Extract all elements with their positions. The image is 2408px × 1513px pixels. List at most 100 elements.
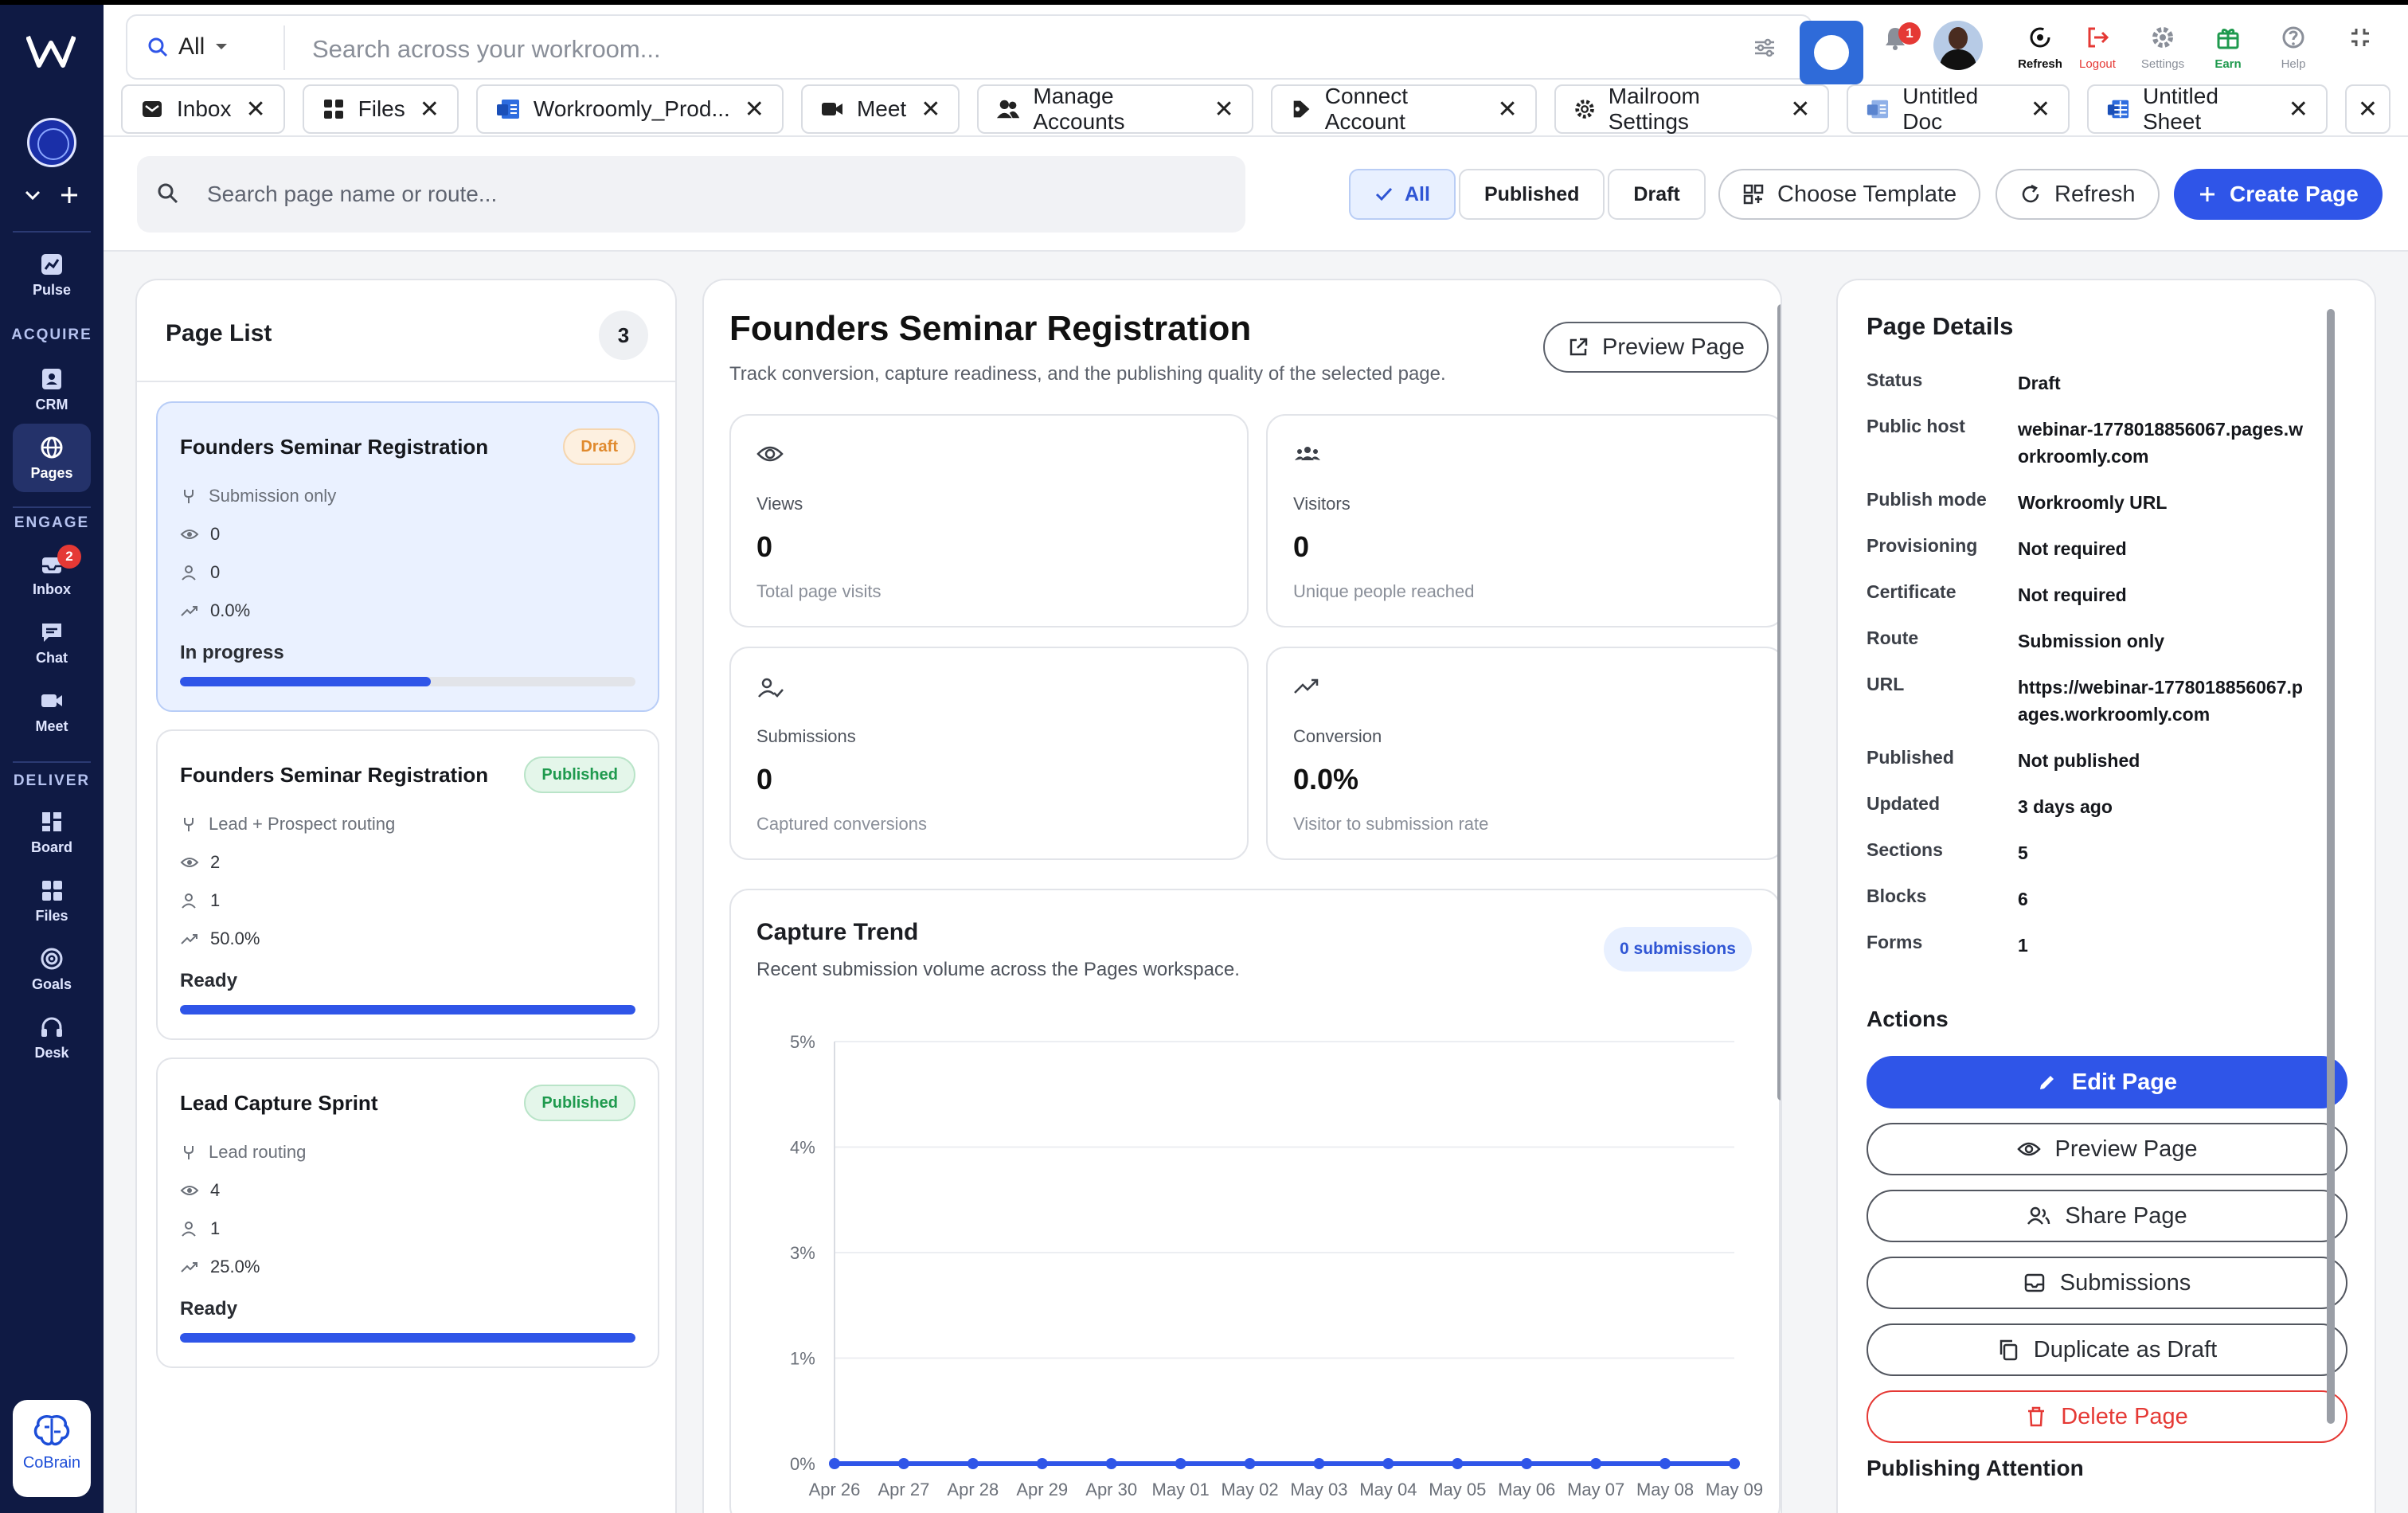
trend-icon (181, 934, 197, 944)
workroomly-logo[interactable] (26, 33, 76, 68)
stat-card-submissions: Submissions 0 Captured conversions (729, 647, 1249, 860)
close-icon[interactable]: ✕ (246, 96, 266, 123)
copy-icon (2000, 1339, 2017, 1361)
preview-page-action-label: Preview Page (2054, 1136, 2198, 1162)
cobrain-button[interactable]: CoBrain (13, 1400, 91, 1497)
connect-icon (1293, 100, 1309, 118)
people-icon (1295, 447, 1320, 460)
filter-draft[interactable]: Draft (1608, 169, 1706, 220)
earn-button[interactable]: Earn (2196, 18, 2260, 71)
progress-label: Ready (180, 1298, 238, 1319)
sidebar-item-pulse[interactable]: Pulse (13, 240, 91, 309)
logout-icon (2088, 27, 2109, 48)
filter-all[interactable]: All (1349, 169, 1456, 220)
tab-mailroom-settings[interactable]: Mailroom Settings ✕ (1554, 84, 1830, 134)
sidebar-item-chat[interactable]: Chat (13, 608, 91, 677)
submissions-button[interactable]: Submissions (1867, 1257, 2347, 1309)
sidebar-item-goals[interactable]: Goals (13, 935, 91, 1003)
data-point (967, 1458, 979, 1469)
logout-button[interactable]: Logout (2066, 18, 2129, 71)
close-icon[interactable]: ✕ (1790, 96, 1810, 123)
tab-untitled-doc[interactable]: Untitled Doc ✕ (1847, 84, 2070, 134)
tab-inbox[interactable]: Inbox ✕ (121, 84, 285, 134)
detail-row: Certificate Not required (1867, 581, 2344, 608)
tab-connect-account[interactable]: Connect Account ✕ (1270, 84, 1537, 134)
sidebar-item-inbox[interactable]: 2 Inbox (13, 540, 91, 608)
page-list-item[interactable]: Lead Capture Sprint Published Lead routi… (156, 1058, 659, 1368)
scrollbar[interactable] (2327, 309, 2335, 1424)
collapse-button[interactable] (2328, 18, 2392, 51)
notifications-button[interactable]: 1 (1863, 18, 1927, 53)
global-search-input[interactable]: Search across your workroom... (312, 35, 661, 64)
tab-workroomly-prod[interactable]: Workroomly_Prod... ✕ (475, 84, 784, 134)
page-item-visitors: 1 (180, 890, 220, 911)
detail-row: Route Submission only (1867, 627, 2344, 655)
sidebar-item-files[interactable]: Files (13, 866, 91, 935)
edit-page-button[interactable]: Edit Page (1867, 1056, 2347, 1108)
tab-label: Manage Accounts (1033, 84, 1125, 134)
stat-caption: Unique people reached (1293, 581, 1475, 601)
gear-icon (2152, 27, 2173, 48)
minimize-icon (2351, 29, 2369, 46)
status-filter: All Published Draft (1349, 169, 1709, 220)
choose-template-button[interactable]: Choose Template (1718, 169, 1981, 220)
page-item-route: Lead routing (180, 1142, 306, 1163)
sidebar-item-pages[interactable]: Pages (13, 424, 91, 492)
global-search[interactable]: All Search across your workroom... (126, 14, 1863, 84)
x-tick-label: Apr 28 (947, 1480, 999, 1499)
tab-label: Workroomly_Prod... (533, 96, 730, 121)
close-icon[interactable]: ✕ (745, 96, 764, 123)
filter-published[interactable]: Published (1458, 169, 1605, 220)
close-icon[interactable]: ✕ (420, 96, 440, 123)
page-list-item[interactable]: Founders Seminar Registration Draft Subm… (156, 401, 659, 712)
close-icon[interactable]: ✕ (1214, 96, 1233, 123)
sidebar-item-meet[interactable]: Meet (13, 677, 91, 745)
cobrain-label: CoBrain (22, 1454, 81, 1472)
scrollbar[interactable] (1777, 304, 1781, 1101)
sidebar-item-crm[interactable]: CRM (13, 355, 91, 424)
data-point (1244, 1458, 1256, 1469)
detail-value: Not published (2018, 750, 2140, 771)
globe-icon (41, 436, 63, 459)
search-submit-button[interactable] (1800, 21, 1863, 84)
page-list-divider (137, 381, 675, 382)
route-label: Lead + Prospect routing (209, 814, 396, 834)
tab-meet[interactable]: Meet ✕ (800, 84, 960, 134)
page-list-item[interactable]: Founders Seminar Registration Published … (156, 729, 659, 1040)
detail-key: Updated (1867, 793, 1940, 814)
tab-files[interactable]: Files ✕ (302, 84, 459, 134)
tab-manage-accounts[interactable]: Manage Accounts ✕ (977, 84, 1253, 134)
user-avatar[interactable] (1933, 21, 1983, 70)
page-search-input[interactable]: Search page name or route... (207, 182, 497, 207)
x-tick-label: May 06 (1498, 1480, 1555, 1499)
chevron-down-icon[interactable] (22, 185, 43, 205)
create-page-button[interactable]: Create Page (2174, 169, 2383, 220)
tab-untitled-sheet[interactable]: Untitled Sheet ✕ (2087, 84, 2328, 134)
close-icon[interactable]: ✕ (2031, 96, 2050, 123)
refresh-button[interactable]: Refresh (1996, 169, 2160, 220)
preview-page-action[interactable]: Preview Page (1867, 1123, 2347, 1175)
close-icon[interactable]: ✕ (1497, 96, 1517, 123)
refresh-top-button[interactable]: Refresh (2008, 18, 2072, 71)
page-item-views: 2 (180, 852, 220, 873)
sidebar-item-desk[interactable]: Desk (13, 1003, 91, 1072)
filter-sliders-icon[interactable] (1752, 35, 1777, 61)
notifications-badge: 1 (1898, 22, 1921, 45)
close-icon[interactable]: ✕ (2358, 96, 2378, 123)
search-scope-select[interactable]: All (147, 33, 229, 61)
duplicate-draft-button[interactable]: Duplicate as Draft (1867, 1323, 2347, 1376)
publishing-attention-title: Publishing Attention (1867, 1456, 2084, 1480)
close-icon[interactable]: ✕ (2289, 96, 2308, 123)
preview-page-button[interactable]: Preview Page (1543, 322, 1769, 373)
add-workspace-icon[interactable] (59, 185, 80, 205)
page-search[interactable]: Search page name or route... (137, 156, 1245, 233)
settings-button[interactable]: Settings (2131, 18, 2195, 71)
close-icon[interactable]: ✕ (921, 96, 940, 123)
help-button[interactable]: Help (2261, 18, 2325, 71)
sidebar-item-board[interactable]: Board (13, 798, 91, 866)
workspace-avatar[interactable] (27, 118, 76, 167)
detail-key: Published (1867, 747, 1954, 768)
tab-overflow[interactable]: ✕ (2344, 84, 2390, 134)
delete-page-button[interactable]: Delete Page (1867, 1390, 2347, 1443)
share-page-button[interactable]: Share Page (1867, 1190, 2347, 1242)
